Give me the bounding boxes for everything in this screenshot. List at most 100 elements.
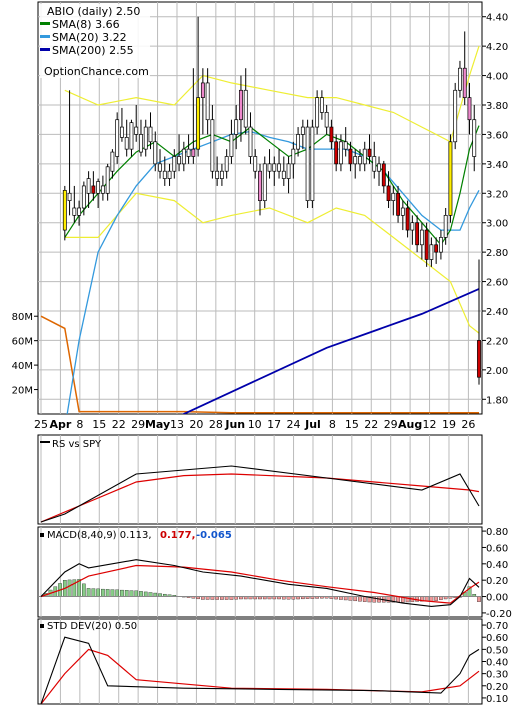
candle-body [381, 163, 386, 187]
candle-body [419, 229, 424, 246]
x-tick-label: Aug [398, 418, 422, 431]
x-tick-label: 10 [248, 418, 262, 431]
rs-panel [37, 434, 483, 525]
price-tick-label: 4.00 [486, 72, 508, 83]
x-tick-label: 20 [189, 418, 203, 431]
candle-body [291, 148, 296, 165]
macd-tick-label: 0.80 [486, 527, 508, 538]
macd-histogram-bar [67, 579, 72, 597]
x-tick-label: Jul [304, 418, 321, 431]
candle-body [267, 163, 272, 172]
macd-histogram-bar [91, 588, 96, 597]
candle-body [200, 82, 205, 98]
macd-histogram-bar [434, 596, 438, 601]
x-tick-label: 15 [345, 418, 359, 431]
legend-sma200-swatch [40, 48, 50, 51]
candle-body [67, 192, 72, 201]
candle-body [86, 178, 91, 194]
candle-body [329, 126, 334, 143]
candle-body [81, 185, 86, 209]
macd-histogram-bar [101, 588, 105, 597]
macd-tick-label: 0.00 [486, 593, 508, 604]
macd-histogram-bar [134, 590, 139, 597]
candle-body [277, 163, 281, 172]
price-tick-label: 3.20 [486, 189, 508, 200]
candle-body [143, 126, 148, 150]
x-tick-label: 29 [131, 418, 145, 431]
candle-body [405, 207, 410, 231]
price-tick-label: 1.80 [486, 395, 508, 406]
std-tick-label: 0.60 [486, 633, 508, 644]
std-tick-label: 0.70 [486, 621, 508, 632]
macd-val2: 0.177, [160, 530, 195, 541]
price-tick-label: 3.80 [486, 101, 508, 112]
x-tick-label: 29 [384, 418, 398, 431]
candle-body [91, 185, 96, 194]
candle-body [243, 89, 248, 128]
macd-histogram-bar [129, 590, 134, 597]
candle-body [172, 156, 177, 172]
x-tick-label: 8 [76, 418, 83, 431]
candle-body [77, 207, 82, 216]
macd-histogram-bar [82, 583, 86, 597]
price-tick-label: 2.60 [486, 278, 508, 289]
macd-val3: -0.065 [196, 530, 232, 541]
candle-body [219, 170, 224, 179]
price-tick-label: 4.20 [486, 42, 508, 53]
legend-sma8: SMA(8) 3.66 [52, 18, 120, 31]
macd-histogram-bar [139, 591, 143, 597]
macd-tick-label: 0.40 [486, 560, 508, 571]
candle-body [158, 163, 162, 172]
legend-sma200: SMA(200) 2.55 [52, 44, 134, 57]
macd-histogram-bar [362, 596, 367, 602]
macd-histogram-bar [72, 579, 77, 597]
x-tick-label: 19 [442, 418, 456, 431]
candle-body [434, 244, 439, 253]
candle-body [286, 163, 291, 179]
candle-body [224, 156, 229, 172]
candle-body [362, 148, 367, 165]
x-tick-label: 8 [329, 418, 336, 431]
price-tick-label: 3.00 [486, 219, 508, 230]
macd-histogram-bar [105, 589, 110, 597]
candle-body [120, 126, 124, 138]
legend-sma20-swatch [40, 35, 50, 38]
legend-sma20: SMA(20) 3.22 [52, 31, 127, 44]
candle-body [315, 97, 320, 128]
macd-histogram-bar [153, 592, 158, 597]
candle-body [96, 181, 101, 194]
macd-tick-label: 0.20 [486, 576, 508, 587]
std-tick-label: 0.40 [486, 658, 508, 669]
main-legend: ABIO (daily) 2.50 SMA(8) 3.66 SMA(20) 3.… [40, 4, 150, 78]
volume-tick-label: 40M [12, 361, 33, 372]
macd-histogram-bar [386, 596, 391, 603]
candle-body [186, 148, 191, 157]
candle-body [191, 148, 196, 157]
candle-body [472, 119, 477, 157]
macd-histogram-bar [148, 592, 153, 597]
macd-histogram-bar [353, 596, 358, 602]
macd-histogram-bar [124, 590, 129, 597]
candle-body [248, 126, 253, 157]
candle-body [296, 134, 301, 150]
volume-tick-label: 80M [12, 312, 33, 323]
std-tick-label: 0.50 [486, 645, 508, 656]
price-tick-label: 4.40 [486, 13, 508, 24]
std-tick-label: 0.20 [486, 682, 508, 693]
stock-chart: 25 Apr 8 15 22 29 May 13 20 28 Jun 10 17 24 Jul 8 15 22 29… [12, 1, 512, 705]
macd-histogram-bar [396, 596, 400, 603]
std-legend: STD DEV(20) 0.50 [40, 621, 137, 632]
candle-body [305, 126, 310, 201]
candle-body [272, 163, 277, 172]
candle-body [339, 141, 343, 165]
x-tick-label: 22 [112, 418, 126, 431]
price-tick-label: 2.40 [486, 307, 508, 318]
candle-body [377, 163, 381, 172]
x-tick-label: May [145, 418, 170, 431]
candle-body [196, 97, 201, 150]
candle-body [372, 156, 377, 172]
macd-histogram-bar [348, 596, 353, 601]
candle-body [477, 340, 481, 378]
candle-body [443, 215, 448, 238]
candle-body [396, 192, 400, 216]
